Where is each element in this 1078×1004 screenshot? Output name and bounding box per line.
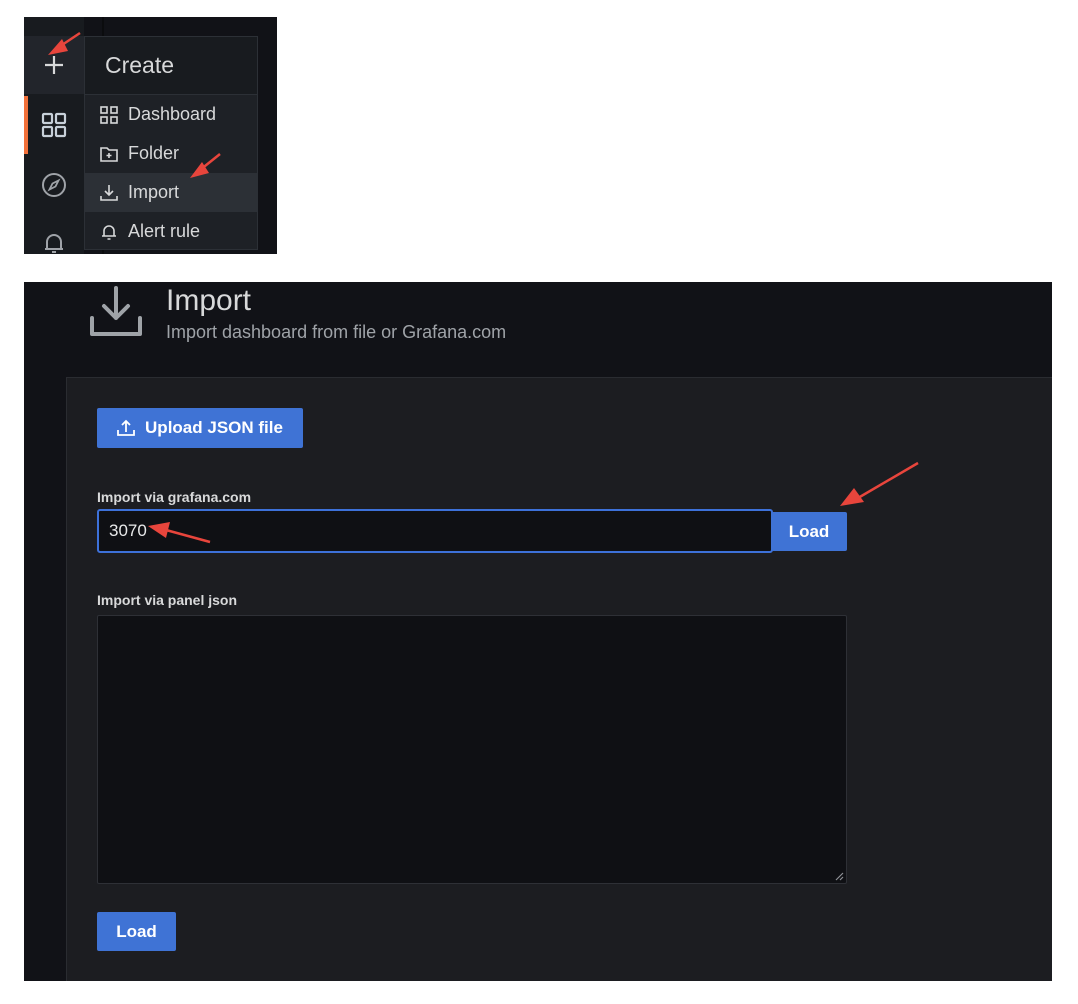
menu-item-label: Import <box>128 182 180 202</box>
nav-dashboards-button[interactable] <box>24 96 84 154</box>
nav-active-accent <box>24 96 28 154</box>
page-title: Import <box>166 284 252 317</box>
import-icon <box>99 183 119 203</box>
create-menu-screenshot: Create Dashboard Folder Import Alert rul… <box>24 17 277 254</box>
resize-handle-icon[interactable] <box>834 871 844 881</box>
annotation-arrow <box>190 153 221 178</box>
menu-item-label: Folder <box>128 143 180 163</box>
upload-json-button[interactable]: Upload JSON file <box>97 408 303 448</box>
grafana-import-label: Import via grafana.com <box>97 489 252 505</box>
annotation-arrow <box>48 31 81 55</box>
grafana-id-value: 3070 <box>109 521 147 540</box>
create-menu-header: Create <box>85 37 257 95</box>
import-icon <box>90 286 142 336</box>
annotation-arrow <box>840 461 919 506</box>
upload-json-label: Upload JSON file <box>145 418 283 437</box>
bell-icon <box>45 234 63 253</box>
apps-icon <box>99 105 119 125</box>
menu-item-alert-rule[interactable]: Alert rule <box>85 212 257 251</box>
upload-icon <box>117 419 135 436</box>
menu-item-label: Alert rule <box>128 221 201 241</box>
menu-item-label: Dashboard <box>128 104 217 124</box>
page-subtitle: Import dashboard from file or Grafana.co… <box>166 322 507 342</box>
menu-item-dashboard[interactable]: Dashboard <box>85 95 257 134</box>
grafana-load-button[interactable]: Load <box>771 512 847 551</box>
apps-icon <box>41 112 67 138</box>
annotation-arrow <box>148 522 211 544</box>
compass-icon <box>42 173 66 197</box>
nav-explore-button[interactable] <box>24 156 84 214</box>
bell-icon <box>99 222 119 242</box>
import-page-screenshot: Import Import dashboard from file or Gra… <box>24 282 1052 981</box>
menu-item-import[interactable]: Import <box>85 173 257 212</box>
panel-json-textarea[interactable] <box>97 615 847 884</box>
nav-alerting-button[interactable] <box>24 214 84 254</box>
load-button[interactable]: Load <box>97 912 176 951</box>
panel-json-label: Import via panel json <box>97 592 238 608</box>
menu-item-folder[interactable]: Folder <box>85 134 257 173</box>
folder-plus-icon <box>99 144 119 164</box>
load-label: Load <box>116 921 157 941</box>
load-label: Load <box>788 521 830 541</box>
create-dropdown-menu: Create Dashboard Folder Import Alert rul… <box>84 36 258 250</box>
